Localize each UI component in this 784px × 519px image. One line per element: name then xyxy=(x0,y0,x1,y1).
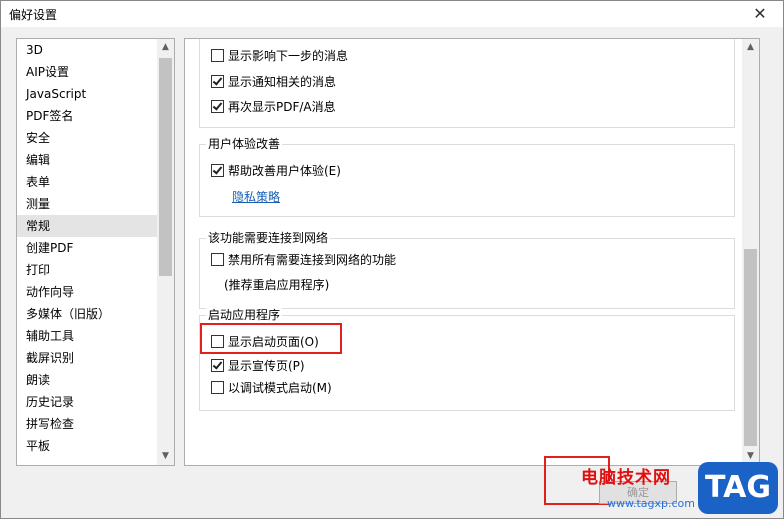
checkbox-icon[interactable] xyxy=(211,253,224,266)
group-title: 该功能需要连接到网络 xyxy=(206,231,331,245)
privacy-policy-link[interactable]: 隐私策略 xyxy=(232,188,280,205)
group-title: 用户体验改善 xyxy=(206,137,283,151)
sidebar-item[interactable]: 安全 xyxy=(17,127,157,149)
sidebar-item[interactable]: 3D xyxy=(17,39,157,61)
option-label: 再次显示PDF/A消息 xyxy=(228,100,336,114)
sidebar-item[interactable]: 编辑 xyxy=(17,149,157,171)
group-messages: 显示影响下一步的消息 显示通知相关的消息 再次显示PDF/A消息 xyxy=(199,39,735,128)
option-show-promo-page[interactable]: 显示宣传页(P) xyxy=(211,357,305,375)
scroll-down-icon[interactable]: ▼ xyxy=(157,448,174,465)
checkbox-icon[interactable] xyxy=(211,164,224,177)
sidebar-item[interactable]: 多媒体（旧版） xyxy=(17,303,157,325)
sidebar-item[interactable]: PDF签名 xyxy=(17,105,157,127)
restart-note: (推荐重启应用程序) xyxy=(224,278,330,292)
sidebar-item[interactable]: ... xyxy=(17,457,157,465)
highlight-box xyxy=(200,323,342,354)
sidebar-item[interactable]: JavaScript xyxy=(17,83,157,105)
option-debug-mode[interactable]: 以调试模式启动(M) xyxy=(211,379,332,397)
category-list[interactable]: 3D AIP设置 JavaScript PDF签名 安全 编辑 表单 测量 常规 创建PDF 打印动… xyxy=(16,38,175,466)
title-bar: 偏好设置 ✕ xyxy=(1,1,783,27)
close-icon[interactable]: ✕ xyxy=(737,1,783,27)
group-user-experience: 用户体验改善 帮助改善用户体验(E) 隐私策略 xyxy=(199,137,735,217)
option-label: 以调试模式启动(M) xyxy=(228,381,332,395)
checkbox-icon[interactable] xyxy=(211,381,224,394)
sidebar-item[interactable]: 表单 xyxy=(17,171,157,193)
option-disable-network-features[interactable]: 禁用所有需要连接到网络的功能 xyxy=(211,251,396,269)
sidebar-scrollbar[interactable]: ▲ ▼ xyxy=(157,39,174,465)
option-label: 显示宣传页(P) xyxy=(228,359,305,373)
sidebar-item[interactable]: 辅助工具 xyxy=(17,325,157,347)
option-show-pdfa-messages[interactable]: 再次显示PDF/A消息 xyxy=(211,98,336,116)
option-improve-ux[interactable]: 帮助改善用户体验(E) xyxy=(211,162,341,180)
sidebar-item[interactable]: 拼写检查 xyxy=(17,413,157,435)
option-label: 显示影响下一步的消息 xyxy=(228,49,349,63)
sidebar-item[interactable]: 创建PDF xyxy=(17,237,157,259)
sidebar-item[interactable]: AIP设置 xyxy=(17,61,157,83)
option-show-notification-messages[interactable]: 显示通知相关的消息 xyxy=(211,73,336,91)
sidebar-item[interactable]: 平板 xyxy=(17,435,157,457)
scroll-up-icon[interactable]: ▲ xyxy=(742,39,759,56)
content-scrollbar[interactable]: ▲ ▼ xyxy=(742,39,759,465)
sidebar-item[interactable]: 历史记录 xyxy=(17,391,157,413)
scroll-up-icon[interactable]: ▲ xyxy=(157,39,174,56)
group-network: 该功能需要连接到网络 禁用所有需要连接到网络的功能 (推荐重启应用程序) xyxy=(199,231,735,309)
group-title: 启动应用程序 xyxy=(206,308,283,322)
watermark-text: 电脑技术网 xyxy=(581,468,671,488)
sidebar-item[interactable]: 动作向导 xyxy=(17,281,157,303)
settings-panel: 显示影响下一步的消息 显示通知相关的消息 再次显示PDF/A消息 用户体验改善 … xyxy=(184,38,760,466)
sidebar-item[interactable]: 截屏识别 xyxy=(17,347,157,369)
watermark-badge: TAG xyxy=(698,462,778,514)
checkbox-icon[interactable] xyxy=(211,49,224,62)
option-label: 禁用所有需要连接到网络的功能 xyxy=(228,253,397,267)
option-show-next-step-messages[interactable]: 显示影响下一步的消息 xyxy=(211,47,348,65)
sidebar-item[interactable]: 测量 xyxy=(17,193,157,215)
sidebar-item[interactable]: 常规 xyxy=(17,215,157,237)
sidebar-item[interactable]: 打印 xyxy=(17,259,157,281)
category-items: 3D AIP设置 JavaScript PDF签名 安全 编辑 表单 测量 常规 创建PDF 打印动… xyxy=(17,39,157,465)
option-label: 显示通知相关的消息 xyxy=(228,75,337,89)
preferences-dialog: 偏好设置 ✕ 3D AIP设置 JavaScript PDF签名 安全 编辑 表单 测量 常规创… xyxy=(0,0,784,519)
option-label: 帮助改善用户体验(E) xyxy=(228,164,341,178)
sidebar-item[interactable]: 朗读 xyxy=(17,369,157,391)
sidebar-scroll-thumb[interactable] xyxy=(159,58,172,276)
content-scroll-thumb[interactable] xyxy=(744,249,757,446)
checkbox-icon[interactable] xyxy=(211,100,224,113)
window-title: 偏好设置 xyxy=(9,8,58,22)
checkbox-icon[interactable] xyxy=(211,75,224,88)
watermark-url: www.tagxp.com xyxy=(607,497,695,510)
checkbox-icon[interactable] xyxy=(211,359,224,372)
